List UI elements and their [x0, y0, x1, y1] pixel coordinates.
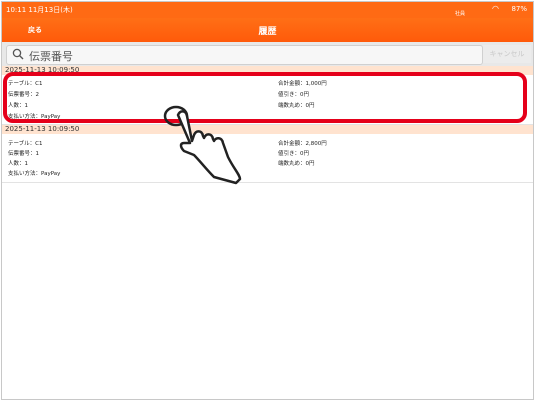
status-bar: 10:11 11月13日(木) 社員 ◠ 87%	[2, 2, 533, 18]
status-user: 社員	[454, 11, 465, 17]
row-table: テーブル：C1	[8, 141, 43, 147]
search-placeholder: 伝票番号	[29, 50, 73, 63]
search-icon	[12, 48, 24, 60]
tap-hand-icon	[163, 105, 242, 185]
nav-bar: 戻る 履歴	[2, 18, 533, 42]
cancel-button[interactable]: キャンセル	[483, 45, 531, 63]
app-window: 10:11 11月13日(木) 社員 ◠ 87% 戻る 履歴 伝票番号 キャンセ…	[1, 1, 534, 400]
row-people: 人数：1	[8, 161, 28, 167]
status-time: 10:11 11月13日(木)	[6, 6, 73, 14]
wifi-icon: ◠	[492, 4, 499, 13]
page-title: 履歴	[258, 27, 277, 37]
row-slip-number: 伝票番号：1	[8, 151, 39, 157]
row-discount: 値引き：0円	[278, 151, 309, 157]
row-rounding: 端数丸め：0円	[278, 161, 315, 167]
row-total: 合計金額：2,800円	[278, 141, 327, 147]
search-input[interactable]: 伝票番号	[6, 45, 483, 65]
battery-level: 87%	[511, 5, 527, 13]
search-bar: 伝票番号 キャンセル	[2, 42, 533, 66]
row-payment-method: 支払い方法：PayPay	[8, 171, 61, 177]
highlight-frame	[3, 72, 527, 123]
history-row[interactable]: テーブル：C1 伝票番号：1 人数：1 支払い方法：PayPay 合計金額：2,…	[2, 134, 533, 183]
record-date-header: 2025-11-13 10:09:50	[2, 125, 533, 134]
